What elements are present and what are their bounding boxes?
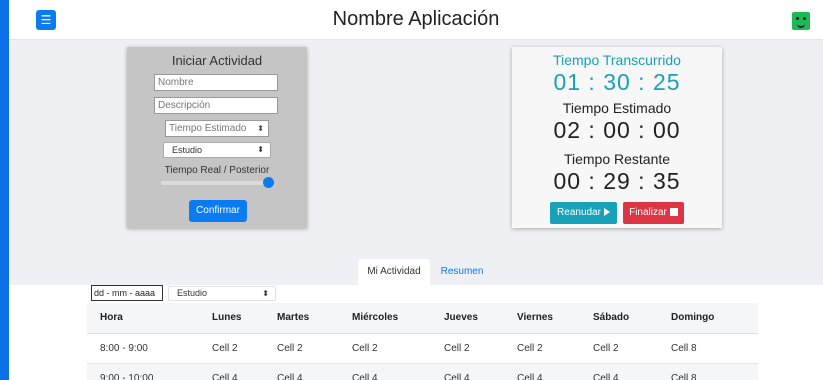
- table-cell: Cell 4: [339, 363, 431, 380]
- table-cell: 8:00 - 9:00: [87, 333, 199, 364]
- col-header: Martes: [264, 303, 339, 334]
- estimated-value: 02 : 00 : 00: [553, 117, 681, 143]
- tiempo-estimado-input[interactable]: Tiempo Estimado ⬍: [165, 120, 269, 137]
- resume-label: Reanudar: [557, 207, 601, 218]
- col-header: Viernes: [504, 303, 580, 334]
- table-cell: Cell 2: [580, 333, 658, 364]
- col-header: Domingo: [658, 303, 758, 334]
- select-chevron-icon: ⬍: [257, 145, 264, 154]
- col-header: Miércoles: [339, 303, 431, 334]
- user-avatar-icon[interactable]: [792, 12, 810, 30]
- slider-track[interactable]: [161, 181, 267, 185]
- categoria-select[interactable]: Estudio ⬍: [163, 142, 271, 158]
- table-cell: Cell 2: [339, 333, 431, 364]
- spinner-icon[interactable]: ⬍: [257, 121, 264, 137]
- tab-mi-actividad[interactable]: Mi Actividad: [358, 259, 430, 285]
- finish-label: Finalizar: [629, 207, 667, 218]
- col-header: Sábado: [580, 303, 658, 334]
- table-row: 9:00 - 10:00 Cell 4 Cell 4 Cell 4 Cell 4…: [87, 363, 758, 380]
- table-cell: Cell 4: [199, 363, 264, 380]
- left-accent-bar: [0, 0, 9, 380]
- slider-thumb[interactable]: [263, 177, 274, 188]
- table-header-row: Hora Lunes Martes Miércoles Jueves Viern…: [87, 303, 758, 334]
- table-cell: Cell 8: [658, 333, 758, 364]
- table-cell: Cell 2: [504, 333, 580, 364]
- categoria-value: Estudio: [172, 145, 203, 155]
- confirm-button[interactable]: Confirmar: [189, 200, 247, 222]
- descripcion-input[interactable]: Descripción: [154, 97, 278, 114]
- table-cell: Cell 2: [431, 333, 504, 364]
- remaining-value: 00 : 29 : 35: [553, 168, 681, 194]
- start-activity-card: Iniciar Actividad Nombre Descripción Tie…: [127, 47, 307, 228]
- nombre-input[interactable]: Nombre: [154, 74, 278, 91]
- elapsed-value: 01 : 30 : 25: [553, 69, 681, 95]
- timer-card: Tiempo Transcurrido 01 : 30 : 25 Tiempo …: [512, 47, 722, 228]
- table-cell: Cell 4: [580, 363, 658, 380]
- tab-resumen[interactable]: Resumen: [433, 259, 491, 285]
- elapsed-label: Tiempo Transcurrido: [553, 52, 681, 68]
- stop-icon: [669, 208, 678, 217]
- app-header: ☰ Nombre Aplicación: [9, 0, 823, 40]
- form-title: Iniciar Actividad: [171, 53, 263, 68]
- table-cell: 9:00 - 10:00: [87, 363, 199, 380]
- finish-button[interactable]: Finalizar: [623, 202, 684, 224]
- play-icon: [603, 208, 610, 217]
- slider-label: Tiempo Real / Posterior: [164, 165, 270, 176]
- app-title: Nombre Aplicación: [332, 8, 500, 30]
- remaining-label: Tiempo Restante: [563, 151, 671, 167]
- table-cell: Cell 4: [504, 363, 580, 380]
- table-cell: Cell 2: [264, 333, 339, 364]
- tiempo-estimado-placeholder: Tiempo Estimado: [169, 123, 247, 134]
- col-header: Jueves: [431, 303, 504, 334]
- estimated-label: Tiempo Estimado: [562, 100, 672, 116]
- table-cell: Cell 2: [199, 333, 264, 364]
- select-chevron-icon: ⬍: [262, 289, 269, 298]
- category-filter-value: Estudio: [177, 288, 208, 298]
- table-cell: Cell 8: [658, 363, 758, 380]
- table-cell: Cell 4: [264, 363, 339, 380]
- table-row: 8:00 - 9:00 Cell 2 Cell 2 Cell 2 Cell 2 …: [87, 333, 758, 364]
- col-header: Lunes: [199, 303, 264, 334]
- date-input[interactable]: dd - mm - aaaa: [91, 285, 163, 301]
- category-filter-select[interactable]: Estudio ⬍: [168, 286, 276, 301]
- table-cell: Cell 4: [431, 363, 504, 380]
- resume-button[interactable]: Reanudar: [550, 202, 617, 224]
- col-header: Hora: [87, 303, 199, 334]
- schedule-table: Hora Lunes Martes Miércoles Jueves Viern…: [87, 303, 758, 380]
